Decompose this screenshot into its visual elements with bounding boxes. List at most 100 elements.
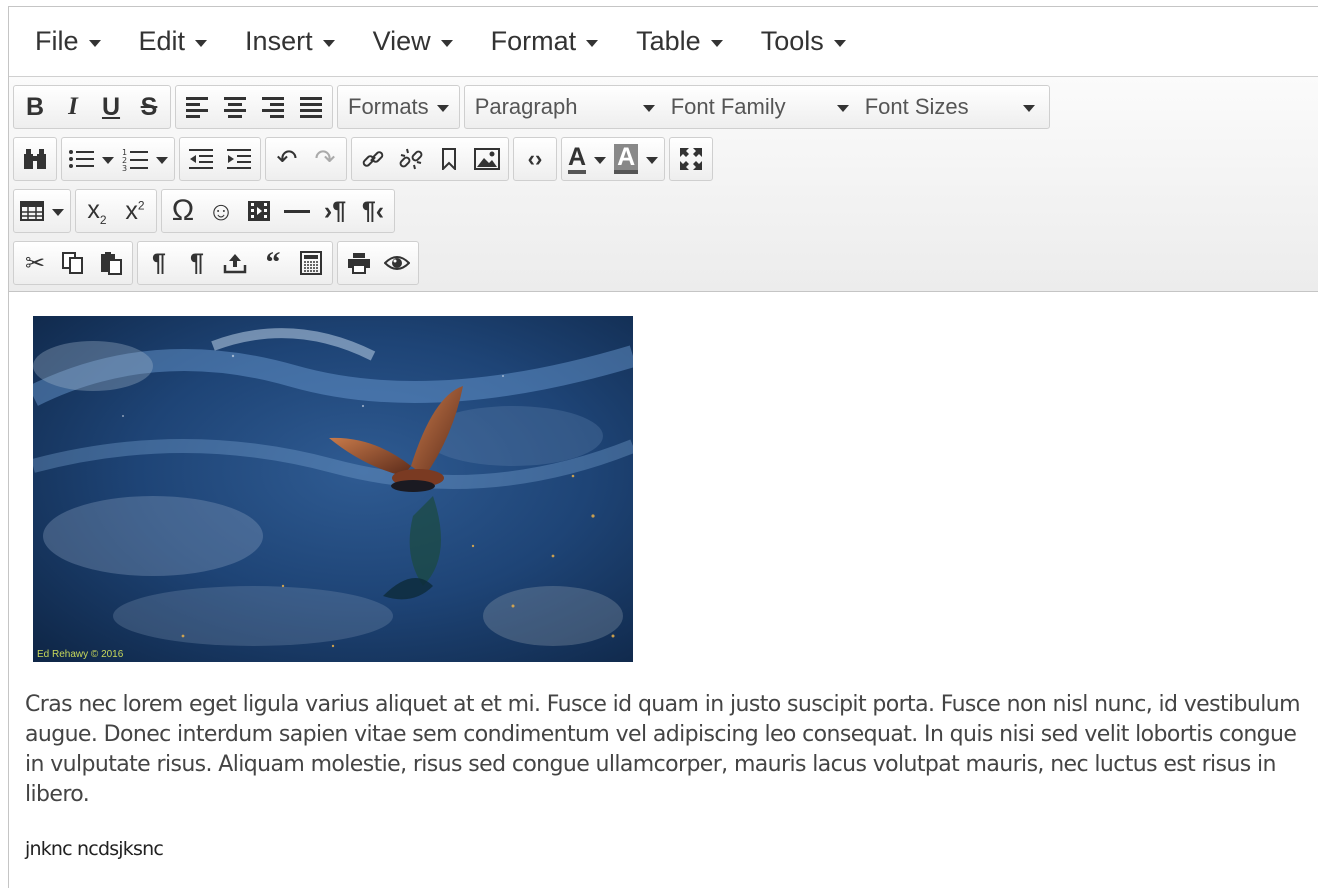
menu-insert-label: Insert — [245, 26, 313, 56]
formats-label: Formats — [348, 94, 429, 119]
toolbar: B I U S Formats Paragraph Font Family Fo… — [9, 77, 1318, 292]
chevron-down-icon — [322, 39, 335, 47]
text-color-button[interactable]: A — [564, 139, 610, 179]
copy-button[interactable] — [54, 243, 92, 283]
insert-link-button[interactable] — [354, 139, 392, 179]
chevron-down-icon — [52, 209, 64, 216]
align-right-button[interactable] — [254, 87, 292, 127]
print-button[interactable] — [340, 243, 378, 283]
text-color-icon: A — [568, 144, 587, 174]
chevron-down-icon — [642, 105, 655, 112]
content-paragraph-2: jnknc ncdsjksnc — [25, 838, 164, 860]
paste-button[interactable] — [92, 243, 130, 283]
template-button[interactable] — [292, 243, 330, 283]
outdent-icon — [189, 149, 213, 169]
hummingbird-photo — [33, 316, 633, 662]
menu-view[interactable]: View — [359, 17, 467, 67]
underline-button[interactable]: U — [92, 87, 130, 127]
font-family-value: Font Family — [670, 94, 786, 119]
menu-edit[interactable]: Edit — [125, 17, 222, 67]
superscript-button[interactable]: x2 — [116, 191, 154, 231]
text-style-group: B I U S — [13, 85, 171, 129]
paragraph-ltr-icon: ›¶ — [323, 196, 347, 225]
align-group — [175, 85, 333, 129]
font-size-select[interactable]: Font Sizes — [857, 87, 1043, 127]
menu-insert[interactable]: Insert — [231, 17, 349, 67]
menu-file[interactable]: File — [21, 17, 115, 67]
preview-button[interactable] — [378, 243, 416, 283]
special-character-button[interactable]: Ω — [164, 191, 202, 231]
link-icon — [362, 151, 384, 167]
find-replace-button[interactable] — [16, 139, 54, 179]
chevron-down-icon — [88, 39, 101, 47]
bold-button[interactable]: B — [16, 87, 54, 127]
bookmark-icon — [442, 148, 456, 170]
align-justify-button[interactable] — [292, 87, 330, 127]
rtl-button[interactable]: ¶‹ — [354, 191, 392, 231]
strikethrough-icon: S — [140, 92, 158, 121]
source-code-button[interactable]: ‹› — [516, 139, 554, 179]
table-group — [13, 189, 71, 233]
block-format-value: Paragraph — [474, 94, 578, 119]
smiley-icon: ☺ — [207, 195, 235, 226]
show-blocks-button[interactable]: ¶ — [140, 243, 178, 283]
formats-dropdown[interactable]: Formats — [337, 85, 460, 129]
menu-view-label: View — [372, 26, 431, 56]
align-left-button[interactable] — [178, 87, 216, 127]
menu-format[interactable]: Format — [477, 17, 613, 67]
ltr-button[interactable]: ›¶ — [316, 191, 354, 231]
align-right-icon — [262, 96, 284, 118]
align-center-icon — [224, 96, 246, 118]
redo-button[interactable]: ↷ — [306, 139, 344, 179]
menu-tools[interactable]: Tools — [747, 17, 860, 67]
special-group: Ω ☺ ›¶ ¶‹ — [161, 189, 395, 233]
list-group: 123 — [61, 137, 175, 181]
numbered-list-icon: 123 — [122, 148, 148, 171]
insert-image-button[interactable] — [468, 139, 506, 179]
insert-table-button[interactable] — [16, 191, 68, 231]
upload-button[interactable] — [216, 243, 254, 283]
rich-text-editor: File Edit Insert View Format Table Tools… — [8, 6, 1318, 888]
anchor-button[interactable] — [430, 139, 468, 179]
indent-button[interactable] — [220, 139, 258, 179]
toolbar-row-3: x2 x2 Ω ☺ ›¶ ¶‹ — [13, 187, 1318, 235]
bullet-list-button[interactable] — [64, 139, 118, 179]
chevron-down-icon — [594, 157, 607, 164]
chevron-down-icon — [195, 39, 208, 47]
fullscreen-button[interactable] — [672, 139, 710, 179]
chevron-down-icon — [586, 39, 599, 47]
font-controls-group: Paragraph Font Family Font Sizes — [463, 85, 1050, 129]
align-center-button[interactable] — [216, 87, 254, 127]
visual-chars-button[interactable]: ¶ — [178, 243, 216, 283]
code-group: ‹› — [513, 137, 557, 181]
font-family-select[interactable]: Font Family — [663, 87, 857, 127]
font-size-value: Font Sizes — [864, 94, 969, 119]
remove-link-button[interactable] — [392, 139, 430, 179]
emoticons-button[interactable]: ☺ — [202, 191, 240, 231]
chevron-down-icon — [646, 157, 659, 164]
blockquote-button[interactable]: “ — [254, 243, 292, 283]
chevron-down-icon — [833, 39, 846, 47]
numbered-list-button[interactable]: 123 — [118, 139, 172, 179]
align-justify-icon — [300, 96, 322, 118]
search-group — [13, 137, 57, 181]
scissors-icon: ✂ — [24, 249, 46, 277]
insert-media-button[interactable] — [240, 191, 278, 231]
content-image[interactable]: Ed Rehawy © 2016 — [33, 316, 633, 662]
subscript-icon: x2 — [87, 195, 107, 227]
menu-table[interactable]: Table — [622, 17, 737, 67]
outdent-button[interactable] — [182, 139, 220, 179]
strikethrough-button[interactable]: S — [130, 87, 168, 127]
toolbar-row-2: 123 ↶ ↷ ‹› A A — [13, 135, 1318, 183]
undo-button[interactable]: ↶ — [268, 139, 306, 179]
block-format-select[interactable]: Paragraph — [467, 87, 663, 127]
cut-button[interactable]: ✂ — [16, 243, 54, 283]
italic-button[interactable]: I — [54, 87, 92, 127]
binoculars-icon — [24, 149, 46, 169]
horizontal-rule-button[interactable] — [278, 191, 316, 231]
align-left-icon — [186, 96, 208, 118]
chevron-down-icon — [710, 39, 723, 47]
subscript-button[interactable]: x2 — [78, 191, 116, 231]
script-group: x2 x2 — [75, 189, 157, 233]
background-color-button[interactable]: A — [610, 139, 662, 179]
